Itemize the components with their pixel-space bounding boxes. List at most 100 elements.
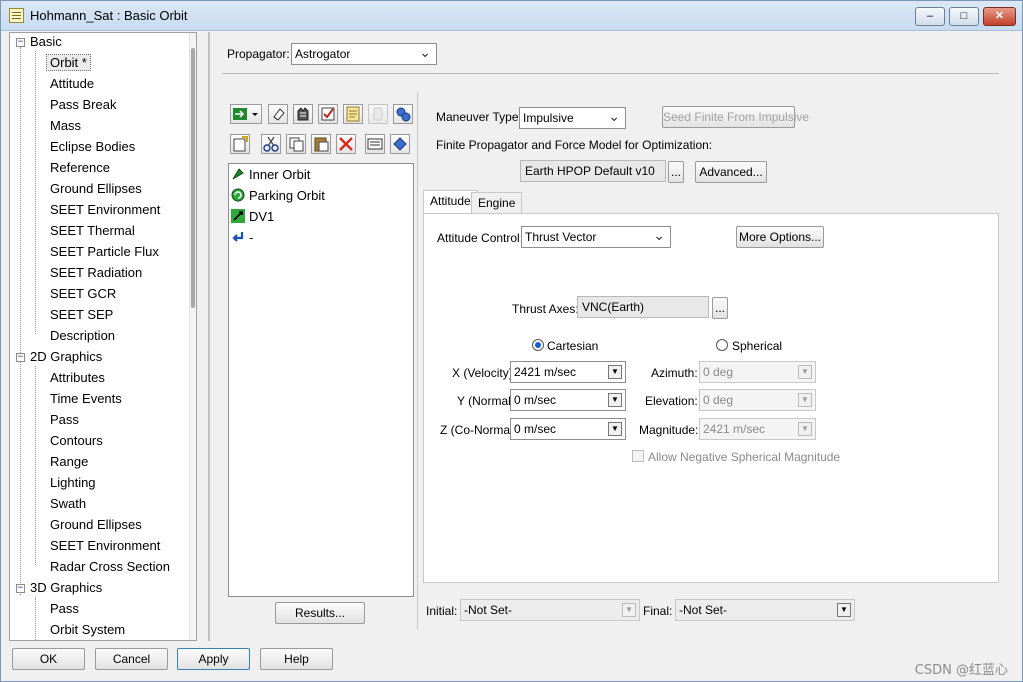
- maximize-button[interactable]: □: [949, 7, 979, 26]
- tree-item-radar-cross-section[interactable]: Radar Cross Section: [50, 558, 170, 576]
- minimize-button[interactable]: –: [915, 7, 945, 26]
- settings-gear-icon[interactable]: [393, 104, 413, 124]
- azimuth-input[interactable]: 0 deg ▼: [699, 361, 816, 383]
- unit-picker-icon[interactable]: ▼: [608, 422, 622, 436]
- unit-picker-icon[interactable]: ▼: [798, 422, 812, 436]
- tree-item-attributes[interactable]: Attributes: [50, 369, 105, 387]
- finite-propagator-label: Finite Propagator and Force Model for Op…: [436, 138, 713, 152]
- tree-item-ground-ellipses[interactable]: Ground Ellipses: [50, 180, 142, 198]
- spherical-radio[interactable]: [716, 339, 728, 351]
- tree-item-range[interactable]: Range: [50, 453, 88, 471]
- paste-icon[interactable]: [311, 134, 331, 154]
- sequence-item-parking-orbit[interactable]: Parking Orbit: [231, 187, 325, 205]
- ok-button[interactable]: OK: [12, 648, 85, 670]
- tree-scrollbar[interactable]: [189, 33, 196, 640]
- y-normal-label: Y (Normal):: [457, 394, 519, 408]
- tree-item-orbit-system[interactable]: Orbit System: [50, 621, 125, 639]
- unit-picker-icon[interactable]: ▼: [837, 603, 851, 617]
- tree-item-seet-radiation[interactable]: SEET Radiation: [50, 264, 142, 282]
- attitude-control-select[interactable]: Thrust Vector: [521, 226, 671, 248]
- cut-icon[interactable]: [261, 134, 281, 154]
- allow-negative-checkbox[interactable]: [632, 450, 644, 462]
- collapse-basic-icon[interactable]: −: [16, 38, 25, 47]
- unit-picker-icon[interactable]: ▼: [622, 603, 636, 617]
- tree-item-seet-environment-2d[interactable]: SEET Environment: [50, 537, 160, 555]
- notes-icon[interactable]: [343, 104, 363, 124]
- advanced-button[interactable]: Advanced...: [695, 161, 767, 183]
- tree-item-pass-break[interactable]: Pass Break: [50, 96, 116, 114]
- unit-picker-icon[interactable]: ▼: [798, 365, 812, 379]
- chevron-down-icon: [419, 44, 431, 64]
- tree-item-pass-3d[interactable]: Pass: [50, 600, 79, 618]
- tree-item-reference[interactable]: Reference: [50, 159, 110, 177]
- more-options-button[interactable]: More Options...: [736, 226, 824, 248]
- tab-engine[interactable]: Engine: [471, 192, 523, 214]
- collapse-2d-graphics-icon[interactable]: −: [16, 353, 25, 362]
- tree-item-swath[interactable]: Swath: [50, 495, 86, 513]
- tree-item-seet-thermal[interactable]: SEET Thermal: [50, 222, 135, 240]
- maneuver-type-select[interactable]: Impulsive: [519, 107, 626, 129]
- panel-splitter[interactable]: [208, 32, 210, 641]
- unit-picker-icon[interactable]: ▼: [608, 393, 622, 407]
- tab-attitude[interactable]: Attitude: [423, 190, 478, 215]
- final-field[interactable]: -Not Set- ▼: [675, 599, 855, 621]
- tree-group-2d-graphics[interactable]: 2D Graphics: [30, 348, 102, 366]
- tree-item-eclipse-bodies[interactable]: Eclipse Bodies: [50, 138, 135, 156]
- x-velocity-input[interactable]: 2421 m/sec ▼: [510, 361, 626, 383]
- tree-item-attitude[interactable]: Attitude: [50, 75, 94, 93]
- tree-item-seet-particle-flux[interactable]: SEET Particle Flux: [50, 243, 159, 261]
- finite-propagator-browse-button[interactable]: ...: [668, 161, 684, 183]
- window-title: Hohmann_Sat : Basic Orbit: [30, 8, 188, 23]
- close-button[interactable]: ✕: [983, 7, 1016, 26]
- apply-button[interactable]: Apply: [177, 648, 250, 670]
- initial-field[interactable]: -Not Set- ▼: [460, 599, 640, 621]
- sequence-item-return[interactable]: -: [232, 229, 253, 247]
- cartesian-label: Cartesian: [547, 339, 599, 353]
- help-button[interactable]: Help: [260, 648, 333, 670]
- magnitude-input[interactable]: 2421 m/sec ▼: [699, 418, 816, 440]
- z-conormal-input[interactable]: 0 m/sec ▼: [510, 418, 626, 440]
- results-button[interactable]: Results...: [275, 602, 365, 624]
- unit-picker-icon[interactable]: ▼: [798, 393, 812, 407]
- tree-item-mass[interactable]: Mass: [50, 117, 81, 135]
- cartesian-radio[interactable]: [532, 339, 544, 351]
- collapse-3d-graphics-icon[interactable]: −: [16, 584, 25, 593]
- tree-item-pass[interactable]: Pass: [50, 411, 79, 429]
- finite-propagator-value: Earth HPOP Default v10: [520, 160, 666, 182]
- thrust-axes-browse-button[interactable]: ...: [712, 297, 728, 319]
- tree-item-seet-environment[interactable]: SEET Environment: [50, 201, 160, 219]
- propagator-select[interactable]: Astrogator: [291, 43, 437, 65]
- title-bar[interactable]: Hohmann_Sat : Basic Orbit – □ ✕: [1, 1, 1022, 31]
- maneuver-type-value: Impulsive: [523, 111, 574, 125]
- tree-item-orbit[interactable]: Orbit *: [46, 54, 91, 72]
- checklist-icon[interactable]: [318, 104, 338, 124]
- copy-icon[interactable]: [286, 134, 306, 154]
- y-normal-input[interactable]: 0 m/sec ▼: [510, 389, 626, 411]
- tree-item-contours[interactable]: Contours: [50, 432, 103, 450]
- sequence-item-dv1[interactable]: DV1: [231, 208, 274, 226]
- orbit-main-panel: Propagator: Astrogator ⌄ Inner Orbit Par…: [214, 32, 1019, 641]
- mcs-icon[interactable]: [365, 134, 385, 154]
- insert-segment-icon[interactable]: [230, 104, 262, 124]
- tree-group-3d-graphics[interactable]: 3D Graphics: [30, 579, 102, 597]
- gloves-icon[interactable]: [293, 104, 313, 124]
- tree-item-seet-gcr[interactable]: SEET GCR: [50, 285, 116, 303]
- new-note-icon[interactable]: [230, 134, 250, 154]
- mission-sequence-list[interactable]: Inner Orbit Parking Orbit DV1 -: [228, 163, 414, 597]
- seed-finite-button[interactable]: Seed Finite From Impulsive: [662, 106, 809, 128]
- tree-item-lighting[interactable]: Lighting: [50, 474, 96, 492]
- cancel-button[interactable]: Cancel: [95, 648, 168, 670]
- unit-picker-icon[interactable]: ▼: [608, 365, 622, 379]
- tree-item-description[interactable]: Description: [50, 327, 115, 345]
- tree-item-seet-sep[interactable]: SEET SEP: [50, 306, 113, 324]
- propagator-value: Astrogator: [295, 47, 351, 61]
- tree-group-basic[interactable]: Basic: [30, 33, 62, 51]
- navigate-icon[interactable]: [390, 134, 410, 154]
- tree-item-ground-ellipses-2d[interactable]: Ground Ellipses: [50, 516, 142, 534]
- thrust-axes-label: Thrust Axes:: [512, 302, 579, 316]
- tree-item-time-events[interactable]: Time Events: [50, 390, 122, 408]
- sequence-item-inner-orbit[interactable]: Inner Orbit: [232, 166, 310, 184]
- delete-icon[interactable]: [336, 134, 356, 154]
- eraser-icon[interactable]: [268, 104, 288, 124]
- elevation-input[interactable]: 0 deg ▼: [699, 389, 816, 411]
